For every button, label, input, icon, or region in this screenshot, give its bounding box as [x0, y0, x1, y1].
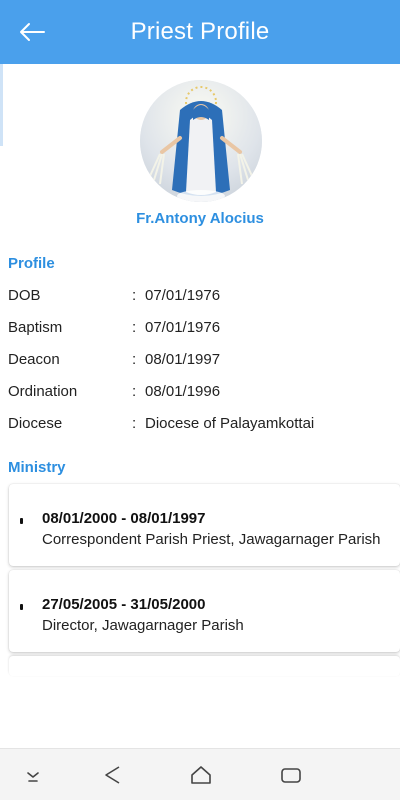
field-label: Deacon [8, 351, 60, 368]
field-label: Ordination [8, 383, 78, 400]
field-colon: : [132, 383, 137, 400]
app-header: Priest Profile [0, 0, 400, 64]
ministry-role: Director, Jawagarnager Parish [42, 617, 244, 634]
field-value: 07/01/1976 [145, 287, 221, 304]
field-colon: : [132, 287, 137, 304]
bullet-icon [20, 604, 23, 610]
profile-section-title: Profile [8, 255, 55, 272]
profile-image [140, 80, 262, 202]
nav-recents-button[interactable] [277, 761, 305, 789]
priest-name: Fr.Antony Alocius [136, 210, 264, 227]
bullet-icon [20, 518, 23, 524]
system-nav-bar [0, 748, 400, 800]
ministry-role: Correspondent Parish Priest, Jawagarnage… [42, 531, 381, 548]
nav-back-button[interactable] [99, 761, 127, 789]
profile-row-diocese: Diocese : Diocese of Palayamkottai [0, 415, 400, 439]
nav-home-button[interactable] [187, 761, 215, 789]
app-screen: Priest Profile Fr.Antony Alocius Profile… [0, 0, 400, 800]
left-accent-bar [0, 64, 3, 146]
nav-hide-button[interactable] [19, 761, 47, 789]
avatar [140, 80, 262, 202]
field-label: Diocese [8, 415, 63, 432]
profile-row-dob: DOB : 07/01/1976 [0, 287, 400, 311]
back-triangle-icon [105, 766, 120, 784]
ministry-section-title: Ministry [8, 459, 66, 476]
field-colon: : [132, 351, 137, 368]
home-icon [191, 766, 211, 784]
field-colon: : [132, 319, 137, 336]
field-value: Diocese of Palayamkottai [145, 415, 315, 432]
field-label: Baptism [8, 319, 63, 336]
field-colon: : [132, 415, 137, 432]
ministry-card[interactable]: 08/01/2000 - 08/01/1997 Correspondent Pa… [9, 484, 400, 566]
field-value: 08/01/1997 [145, 351, 221, 368]
arrow-left-icon [20, 23, 45, 41]
ministry-dates: 27/05/2005 - 31/05/2000 [42, 596, 206, 613]
ministry-card[interactable]: 27/05/2005 - 31/05/2000 Director, Jawaga… [9, 570, 400, 652]
profile-row-baptism: Baptism : 07/01/1976 [0, 319, 400, 343]
profile-row-ordination: Ordination : 08/01/1996 [0, 383, 400, 407]
field-value: 07/01/1976 [145, 319, 221, 336]
field-value: 08/01/1996 [145, 383, 221, 400]
back-button[interactable] [12, 12, 52, 52]
profile-row-deacon: Deacon : 08/01/1997 [0, 351, 400, 375]
page-title: Priest Profile [130, 18, 270, 45]
field-label: DOB [8, 287, 41, 304]
ministry-dates: 08/01/2000 - 08/01/1997 [42, 510, 206, 527]
chevron-down-icon [27, 772, 39, 782]
ministry-card-partial[interactable] [9, 656, 400, 676]
recents-icon [281, 768, 301, 783]
